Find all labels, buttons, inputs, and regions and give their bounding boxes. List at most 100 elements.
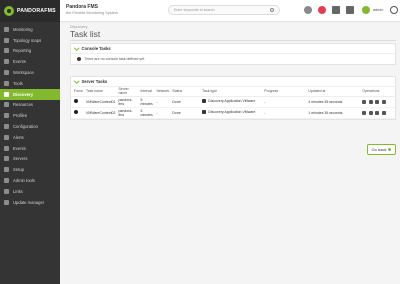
title-divider bbox=[70, 40, 396, 41]
edit-icon[interactable] bbox=[375, 99, 380, 104]
review-icon[interactable] bbox=[368, 110, 373, 115]
sidebar-item-label: Alerts bbox=[13, 134, 24, 140]
search-icon[interactable] bbox=[270, 8, 274, 12]
sidebar-item-configuration[interactable]: Configuration bbox=[0, 121, 60, 132]
sidebar-item-events[interactable]: Events bbox=[0, 56, 60, 67]
brand-name: PANDORAFMS bbox=[17, 8, 56, 14]
brand-logo[interactable]: PANDORAFMS bbox=[0, 0, 60, 22]
operations bbox=[362, 110, 395, 115]
empty-message: There are no console task defined yet. bbox=[84, 57, 146, 61]
force-run-icon[interactable] bbox=[74, 110, 78, 114]
server-name-cell: pandora-fms bbox=[115, 107, 138, 119]
sidebar-item-label: Discovery bbox=[13, 91, 34, 97]
network-cell: - bbox=[153, 107, 170, 119]
refresh-icon[interactable] bbox=[304, 6, 312, 14]
col-operations: Operations bbox=[359, 87, 395, 97]
sidebar-item-label: Resources bbox=[13, 102, 34, 108]
info-icon bbox=[77, 57, 81, 61]
force-cell bbox=[71, 107, 83, 119]
sidebar-item-label: Workspace bbox=[13, 70, 34, 76]
setup-icon bbox=[4, 167, 9, 173]
sidebar-item-reporting[interactable]: Reporting bbox=[0, 46, 60, 57]
updated-at-cell: 1 minutes 36 seconds bbox=[305, 107, 360, 119]
events-icon bbox=[4, 145, 9, 151]
col-interval[interactable]: Interval bbox=[137, 87, 154, 97]
task-type-cell: Discovery.Application.VMware bbox=[199, 107, 262, 119]
task-type-label: Discovery.Application.VMware bbox=[208, 99, 256, 103]
sidebar-item-topology-maps[interactable]: Topology maps bbox=[0, 35, 60, 46]
operations-cell bbox=[359, 107, 395, 119]
header-actions bbox=[304, 6, 354, 14]
sidebar-item-alerts[interactable]: Alerts bbox=[0, 132, 60, 143]
sidebar-item-events-admin[interactable]: Events bbox=[0, 143, 60, 154]
col-task-name[interactable]: Task name bbox=[83, 87, 116, 97]
app-title: Pandora FMS bbox=[66, 4, 98, 10]
console-tasks-empty: There are no console task defined yet. bbox=[71, 54, 395, 64]
col-task-type[interactable]: Task type bbox=[199, 87, 262, 97]
server-name-cell: pandora-fms bbox=[115, 96, 138, 108]
go-back-button[interactable]: Go back bbox=[367, 144, 396, 155]
sidebar-item-tools[interactable]: Tools bbox=[0, 78, 60, 89]
task-type-cell: Discovery.Application.VMware bbox=[199, 96, 262, 108]
server-tasks-title: Server Tasks bbox=[81, 79, 108, 84]
user-name: admin bbox=[373, 8, 384, 12]
delete-icon[interactable] bbox=[381, 99, 386, 104]
sidebar-item-admin-tools[interactable]: Admin tools bbox=[0, 175, 60, 186]
go-back-label: Go back bbox=[371, 147, 387, 152]
resources-icon bbox=[4, 102, 9, 108]
interval-cell: 5 minutes bbox=[137, 96, 154, 108]
delete-icon[interactable] bbox=[381, 110, 386, 115]
servers-icon bbox=[4, 156, 9, 162]
search-input[interactable]: Enter keywords to search bbox=[168, 5, 280, 15]
col-status[interactable]: Status bbox=[169, 87, 200, 97]
alert-icon[interactable] bbox=[318, 6, 326, 14]
tools-icon[interactable] bbox=[332, 6, 340, 14]
sidebar-item-monitoring[interactable]: Monitoring bbox=[0, 24, 60, 35]
col-updated-at[interactable]: Updated at bbox=[305, 87, 360, 97]
sidebar-item-resources[interactable]: Resources bbox=[0, 100, 60, 111]
status-cell: Done bbox=[169, 107, 200, 119]
col-network[interactable]: Network bbox=[153, 87, 170, 97]
console-tasks-header[interactable]: Console Tasks bbox=[71, 44, 395, 54]
tools-icon bbox=[4, 80, 9, 86]
messages-icon[interactable] bbox=[346, 6, 354, 14]
user-menu[interactable]: admin bbox=[362, 6, 383, 14]
sidebar-item-links[interactable]: Links bbox=[0, 186, 60, 197]
sidebar-item-setup[interactable]: Setup bbox=[0, 164, 60, 175]
task-name-cell[interactable]: VMWareContext01 bbox=[83, 96, 116, 108]
sidebar-item-servers[interactable]: Servers bbox=[0, 154, 60, 165]
sidebar-item-profiles[interactable]: Profiles bbox=[0, 110, 60, 121]
sidebar-item-label: Reporting bbox=[13, 48, 32, 54]
back-arrow-icon bbox=[388, 148, 392, 151]
force-cell bbox=[71, 96, 83, 108]
topology-icon bbox=[4, 37, 9, 43]
chevron-down-icon bbox=[74, 78, 80, 83]
sidebar-item-workspace[interactable]: Workspace bbox=[0, 67, 60, 78]
task-type-label: Discovery.Application.VMware bbox=[208, 110, 256, 114]
alerts-icon bbox=[4, 134, 9, 140]
task-name-cell[interactable]: VMWareContext02 bbox=[83, 107, 116, 119]
sidebar-item-label: Events bbox=[13, 145, 26, 151]
report-icon bbox=[4, 48, 9, 54]
logout-icon[interactable] bbox=[390, 6, 398, 14]
sidebar-item-label: Configuration bbox=[13, 124, 38, 130]
status-cell: Done bbox=[169, 96, 200, 108]
col-server-name[interactable]: Server name bbox=[115, 87, 138, 97]
view-map-icon[interactable] bbox=[362, 99, 367, 104]
sidebar-item-update-manager[interactable]: Update manager bbox=[0, 197, 60, 208]
sidebar-item-label: Topology maps bbox=[13, 37, 42, 43]
server-tasks-panel: Server Tasks Force Task name Server name… bbox=[70, 76, 396, 120]
server-tasks-header[interactable]: Server Tasks bbox=[71, 77, 395, 87]
progress-cell: - bbox=[261, 96, 306, 108]
task-type: Discovery.Application.VMware bbox=[202, 99, 255, 103]
sidebar-item-label: Admin tools bbox=[13, 178, 35, 184]
sidebar-item-label: Setup bbox=[13, 167, 24, 173]
force-run-icon[interactable] bbox=[74, 99, 78, 103]
review-icon[interactable] bbox=[368, 99, 373, 104]
sidebar-item-discovery[interactable]: Discovery bbox=[0, 88, 60, 100]
edit-icon[interactable] bbox=[375, 110, 380, 115]
sidebar: PANDORAFMS Monitoring Topology maps Repo… bbox=[0, 0, 60, 284]
chevron-down-icon bbox=[74, 45, 80, 50]
interval-cell: 5 minutes bbox=[137, 107, 154, 119]
view-map-icon[interactable] bbox=[362, 110, 367, 115]
